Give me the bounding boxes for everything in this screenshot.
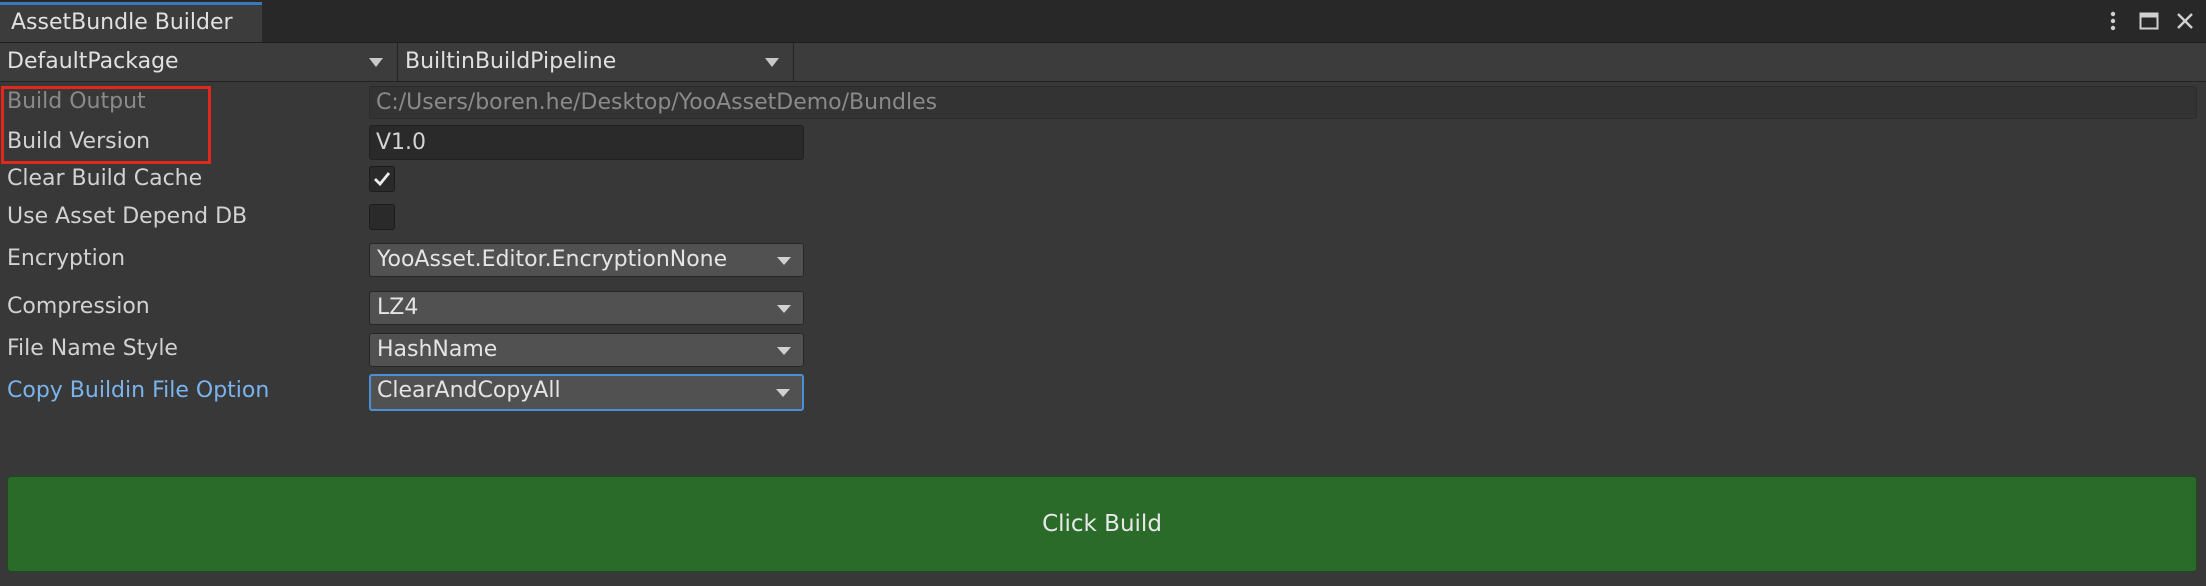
tab-title: AssetBundle Builder <box>11 10 233 35</box>
copy-buildin-file-option-value: ClearAndCopyAll <box>377 378 561 403</box>
chevron-down-icon <box>776 389 790 397</box>
encryption-label: Encryption <box>7 246 126 271</box>
build-version-value: V1.0 <box>376 130 427 155</box>
toolbar: DefaultPackage BuiltinBuildPipeline <box>0 43 2206 82</box>
tab-assetbundle-builder[interactable]: AssetBundle Builder <box>0 2 262 42</box>
chevron-down-icon <box>777 257 791 265</box>
chevron-down-icon <box>777 305 791 313</box>
build-version-input[interactable]: V1.0 <box>369 125 804 160</box>
build-version-label: Build Version <box>7 129 151 154</box>
use-asset-depend-db-checkbox[interactable] <box>369 204 395 230</box>
use-asset-depend-db-label: Use Asset Depend DB <box>7 204 248 229</box>
compression-value: LZ4 <box>377 295 419 320</box>
close-icon[interactable] <box>2174 10 2196 32</box>
checkmark-icon <box>374 172 391 187</box>
copy-buildin-file-option-dropdown[interactable]: ClearAndCopyAll <box>369 374 804 411</box>
window-controls <box>2102 0 2196 42</box>
compression-dropdown[interactable]: LZ4 <box>369 291 804 325</box>
maximize-icon[interactable] <box>2138 10 2160 32</box>
click-build-label: Click Build <box>1042 511 1162 537</box>
build-output-label: Build Output <box>7 89 146 114</box>
copy-buildin-file-option-label: Copy Buildin File Option <box>7 378 270 403</box>
package-dropdown-value: DefaultPackage <box>7 49 179 74</box>
file-name-style-value: HashName <box>377 337 498 362</box>
chevron-down-icon <box>777 347 791 355</box>
build-output-field: C:/Users/boren.he/Desktop/YooAssetDemo/B… <box>369 86 2197 119</box>
compression-label: Compression <box>7 294 150 319</box>
clear-build-cache-checkbox[interactable] <box>369 166 395 192</box>
window-titlebar: AssetBundle Builder <box>0 0 2206 43</box>
pipeline-dropdown-value: BuiltinBuildPipeline <box>405 49 617 74</box>
click-build-button[interactable]: Click Build <box>7 476 2197 572</box>
more-options-icon[interactable] <box>2102 10 2124 32</box>
encryption-value: YooAsset.Editor.EncryptionNone <box>377 247 728 272</box>
file-name-style-label: File Name Style <box>7 336 178 361</box>
chevron-down-icon <box>369 58 383 67</box>
encryption-dropdown[interactable]: YooAsset.Editor.EncryptionNone <box>369 243 804 277</box>
clear-build-cache-label: Clear Build Cache <box>7 166 203 191</box>
package-dropdown[interactable]: DefaultPackage <box>0 43 398 81</box>
pipeline-dropdown[interactable]: BuiltinBuildPipeline <box>398 43 794 81</box>
build-output-value: C:/Users/boren.he/Desktop/YooAssetDemo/B… <box>376 90 938 115</box>
chevron-down-icon <box>765 58 779 67</box>
file-name-style-dropdown[interactable]: HashName <box>369 333 804 367</box>
